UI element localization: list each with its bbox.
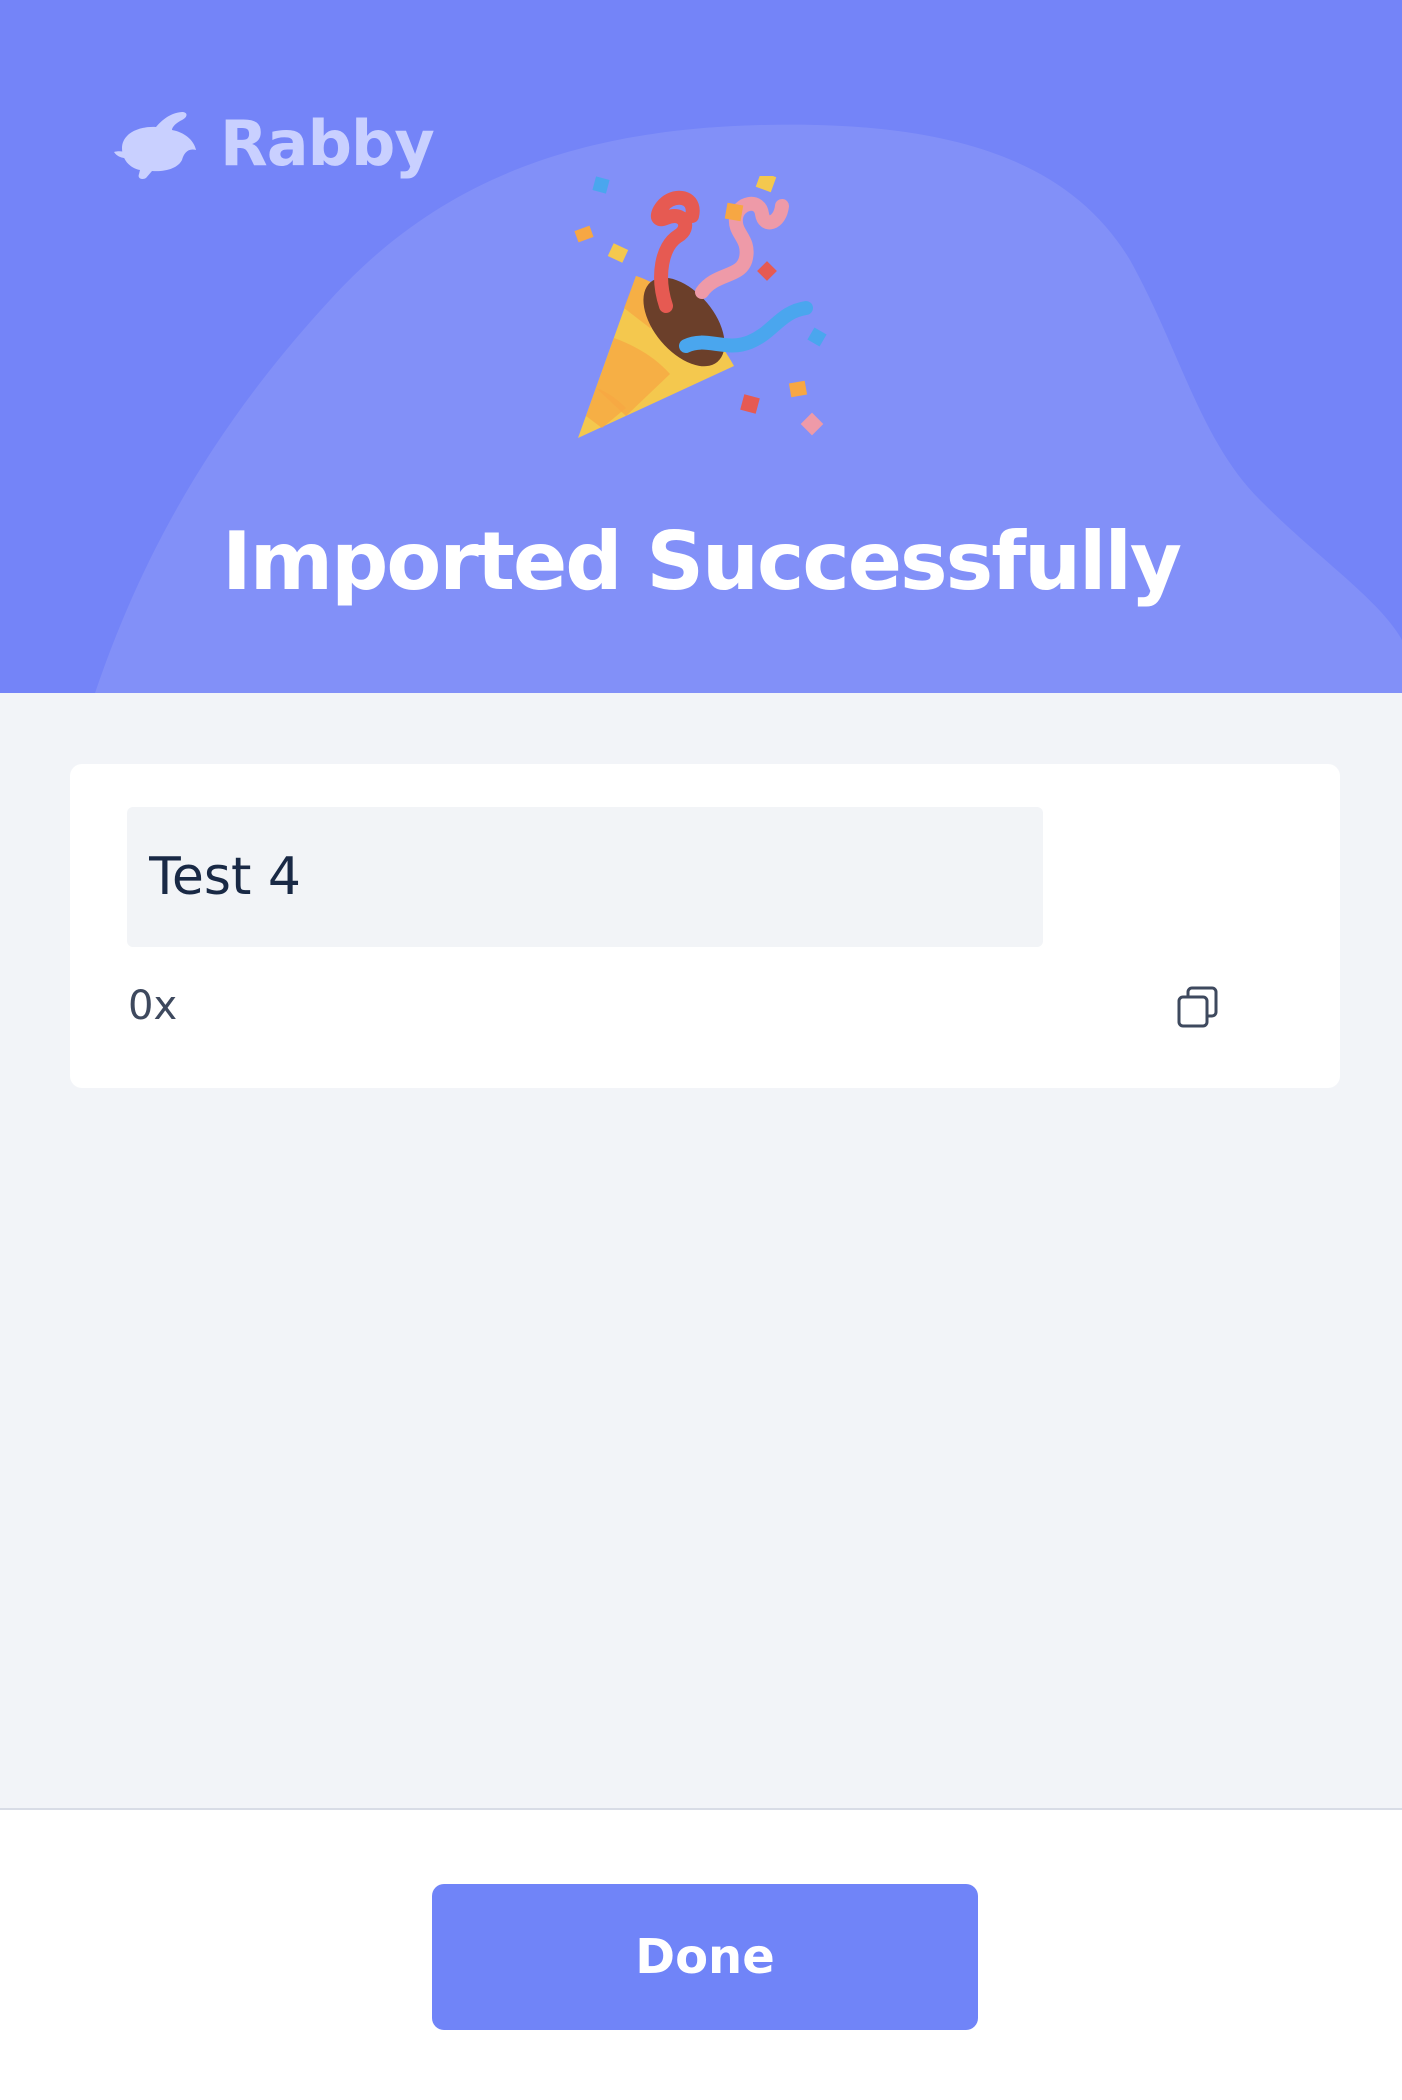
party-popper-icon <box>574 176 827 438</box>
footer-bar: Done <box>0 1808 1402 2100</box>
account-name-input[interactable] <box>127 807 1043 947</box>
account-address: 0x <box>128 983 178 1029</box>
success-header: Rabby Imported Successfully <box>0 0 1402 693</box>
rabbit-icon <box>114 112 196 179</box>
account-card: 0x <box>70 764 1340 1088</box>
done-button[interactable]: Done <box>432 1884 978 2030</box>
rabby-logo: Rabby <box>112 107 435 180</box>
page-title: Imported Successfully <box>221 515 1182 608</box>
brand-name: Rabby <box>220 107 435 180</box>
copy-icon[interactable] <box>1175 984 1221 1030</box>
